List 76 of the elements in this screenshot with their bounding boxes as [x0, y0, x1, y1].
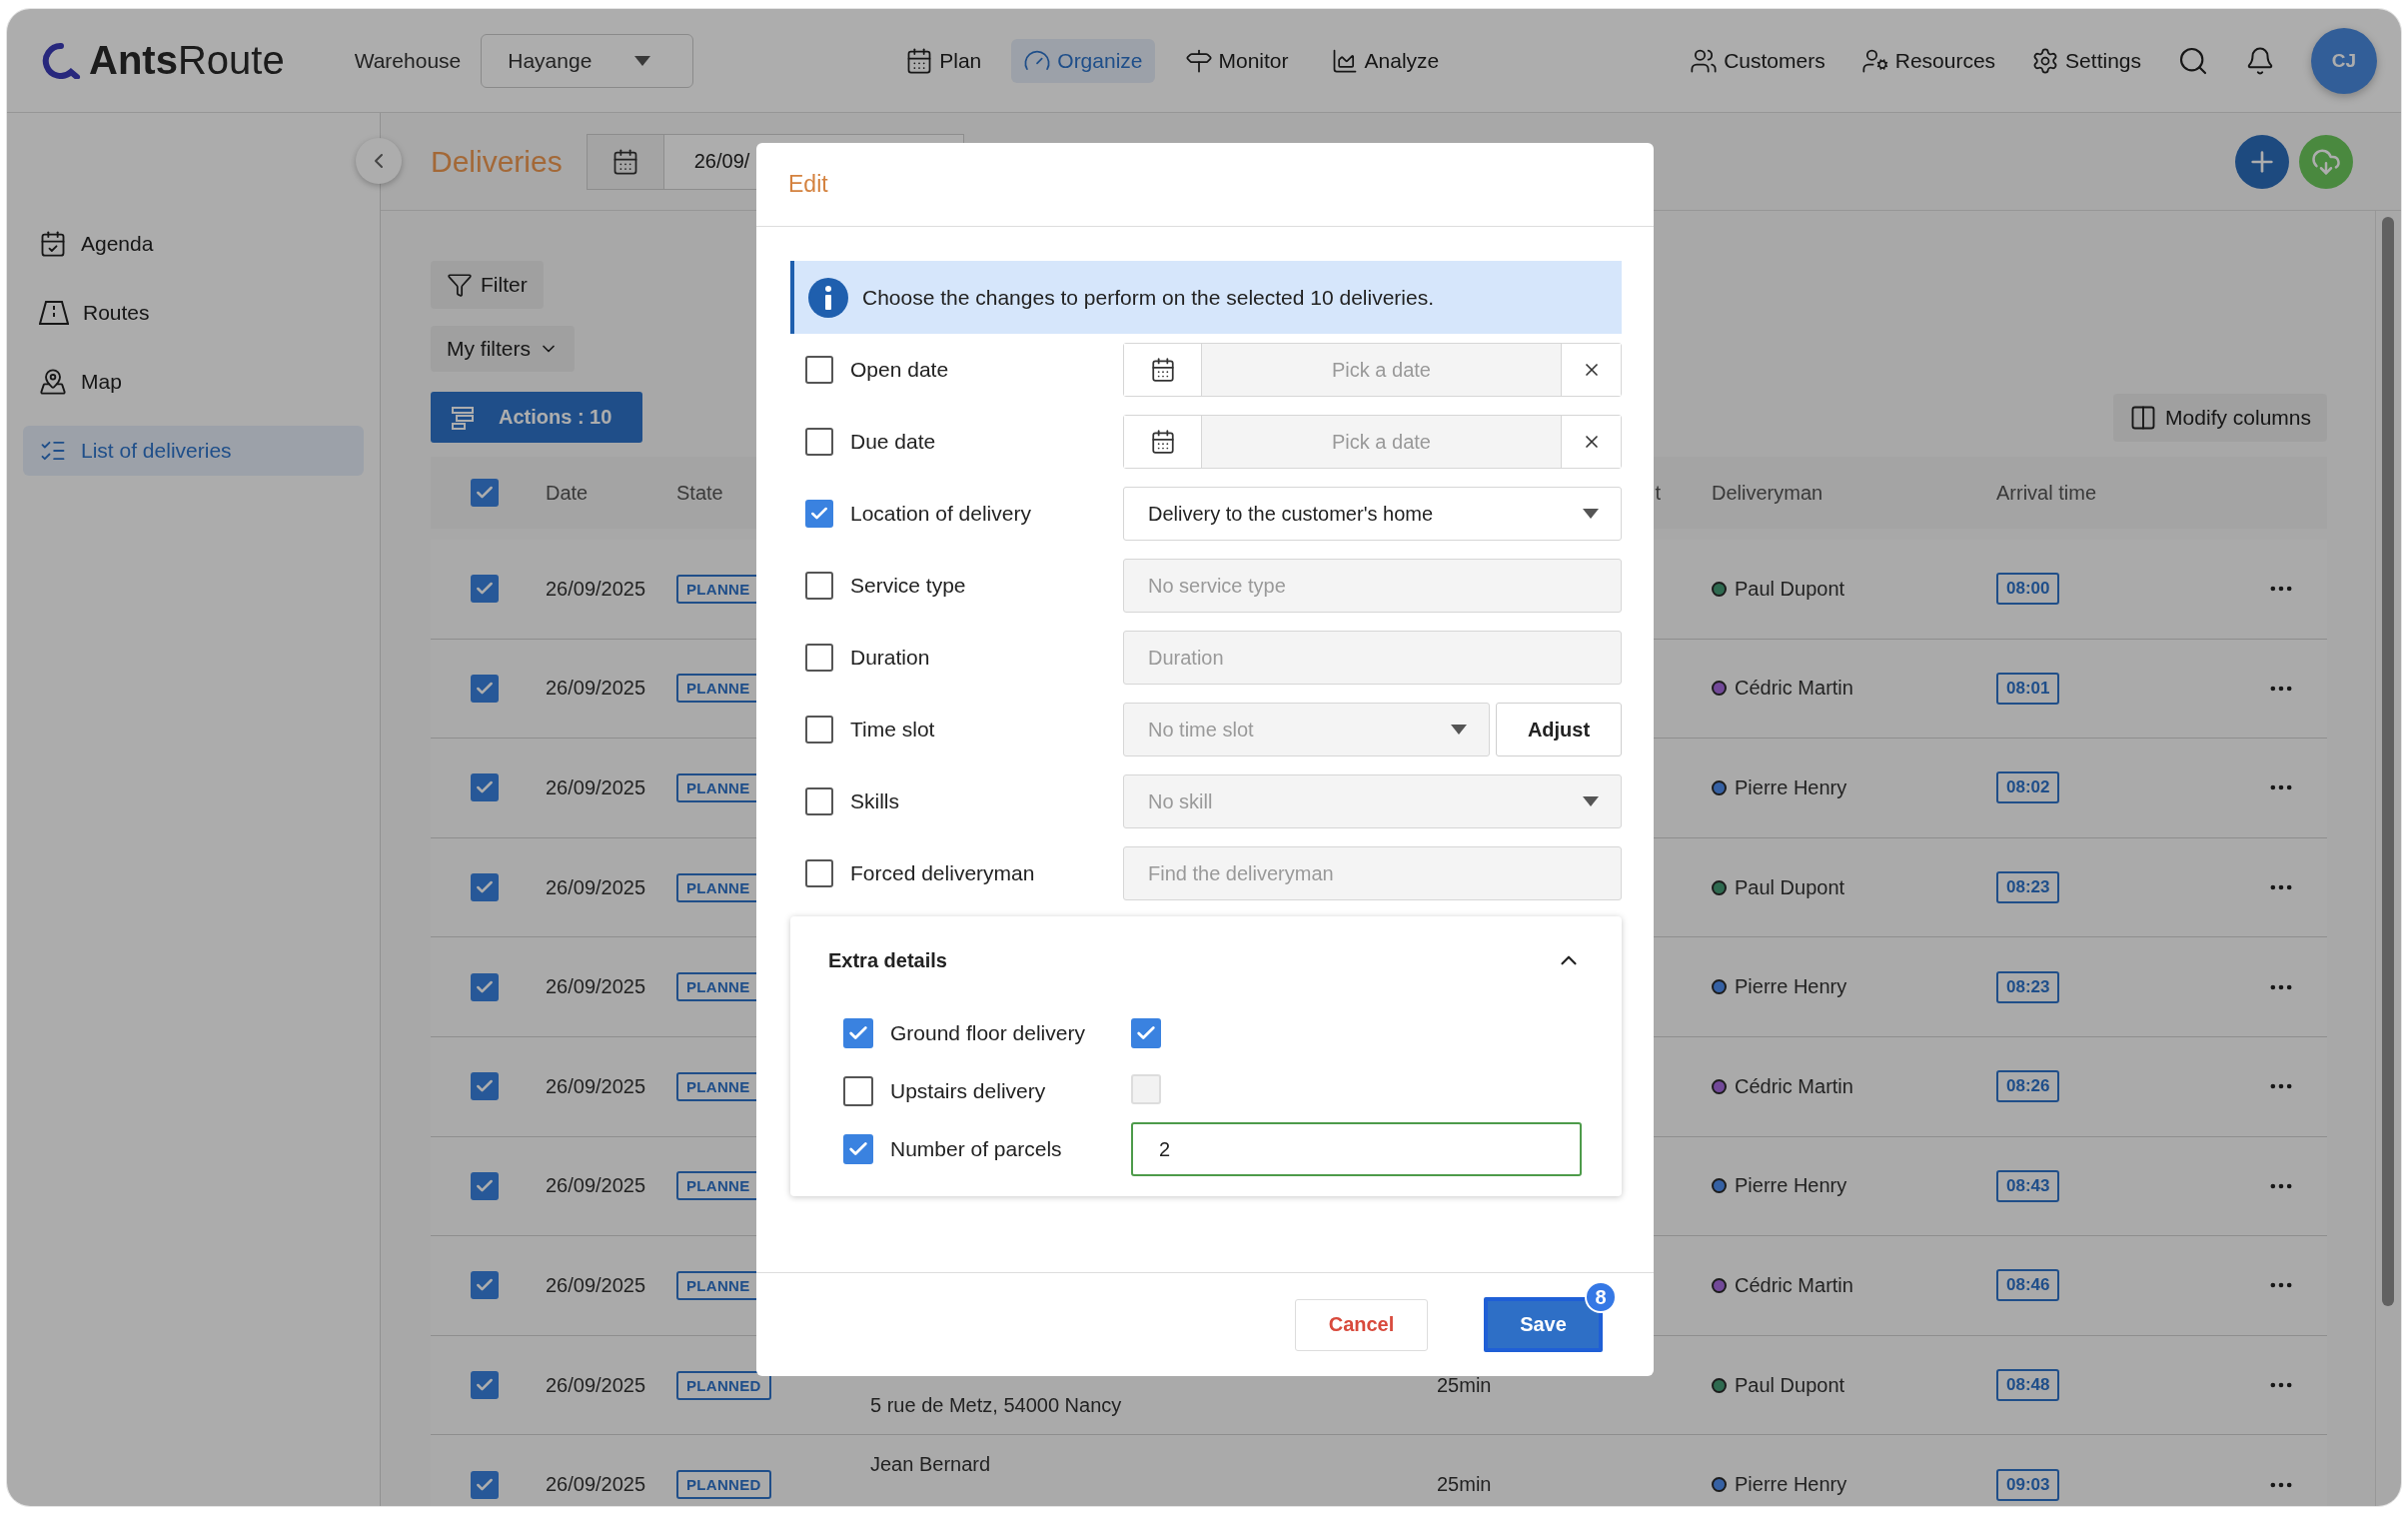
field-label: Duration	[850, 646, 930, 670]
deliveryman-name: Paul Dupont	[1735, 577, 1845, 601]
sidebar-item[interactable]: Routes	[23, 288, 364, 338]
nav-tab[interactable]: Plan	[893, 38, 994, 83]
page-title: Deliveries	[431, 144, 563, 179]
field-label: Time slot	[850, 718, 935, 742]
field-label: Service type	[850, 574, 966, 598]
count-badge: 8	[1585, 1281, 1617, 1313]
table-cell-text: 26/09/2025	[546, 776, 647, 799]
dialog-title: Edit	[788, 171, 828, 198]
deliveryman-name: Paul Dupont	[1735, 875, 1845, 899]
modify-columns-button[interactable]: Modify columns	[2113, 393, 2327, 442]
deliveryman-name: Pierre Henry	[1735, 1174, 1847, 1198]
customer-name: Jean Bernard	[870, 1453, 992, 1477]
logo-text: AntsRoute	[89, 38, 285, 83]
column-header: State	[676, 481, 724, 505]
field-label: Forced deliveryman	[850, 861, 1035, 885]
my-filters-dropdown[interactable]: My filters	[431, 326, 575, 372]
field-label: Open date	[850, 358, 949, 382]
filter-button[interactable]: Filter	[431, 261, 544, 309]
section-title: Extra details	[828, 948, 947, 972]
number-input[interactable]: 2	[1131, 1122, 1582, 1176]
column-header: Deliveryman	[1712, 481, 1824, 505]
field-label: Upstairs delivery	[890, 1079, 1046, 1103]
duration-text: 25min	[1437, 1473, 1493, 1497]
info-text: Choose the changes to perform on the selected 10 deliveries.	[862, 285, 1434, 310]
arrival-time: 08:01	[1996, 672, 2060, 705]
arrival-time: 09:03	[1996, 1468, 2060, 1501]
table-cell-text: 26/09/2025	[546, 1373, 647, 1397]
table-cell-text: 26/09/2025	[546, 875, 647, 899]
deliveryman-name: Pierre Henry	[1735, 776, 1847, 799]
duration-text: 25min	[1437, 1373, 1493, 1397]
table-cell-text: 26/09/2025	[546, 1473, 647, 1497]
field-label: Skills	[850, 789, 899, 813]
deliveryman-name: Cédric Martin	[1735, 1074, 1853, 1098]
arrival-time: 08:43	[1996, 1169, 2060, 1202]
deliveryman-name: Cédric Martin	[1735, 677, 1853, 701]
sidebar-item[interactable]: Map	[23, 357, 364, 407]
field-label: Number of parcels	[890, 1137, 1062, 1161]
column-header: t	[1655, 481, 1662, 505]
column-header: Date	[546, 481, 590, 505]
arrival-time: 08:00	[1996, 573, 2060, 606]
actions-button[interactable]: Actions : 10	[431, 392, 642, 443]
arrival-time: 08:48	[1996, 1369, 2060, 1402]
adjust-button[interactable]: Adjust	[1496, 703, 1622, 757]
nav-tab[interactable]: Monitor	[1172, 38, 1301, 83]
arrival-time: 08:26	[1996, 1070, 2060, 1103]
warehouse-label: Warehouse	[354, 48, 462, 73]
nav-link[interactable]: Customers	[1690, 46, 1825, 75]
nav-link[interactable]: Settings	[2031, 46, 2141, 75]
field-label: Ground floor delivery	[890, 1021, 1085, 1045]
nav-tab[interactable]: Analyze	[1318, 38, 1452, 83]
column-header: Arrival time	[1996, 481, 2097, 505]
field-label: Due date	[850, 430, 936, 454]
deliveryman-name: Paul Dupont	[1735, 1373, 1845, 1397]
table-cell-text: 26/09/2025	[546, 975, 647, 999]
cancel-button[interactable]: Cancel	[1295, 1298, 1428, 1351]
sidebar-item[interactable]: Agenda	[23, 219, 364, 269]
deliveryman-name: Cédric Martin	[1735, 1273, 1853, 1297]
table-cell-text: 26/09/2025	[546, 1174, 647, 1198]
table-cell-text: 26/09/2025	[546, 1273, 647, 1297]
select-field[interactable]: Delivery to the customer's home	[1123, 487, 1622, 541]
arrival-time: 08:23	[1996, 871, 2060, 904]
table-cell-text: 26/09/2025	[546, 577, 647, 601]
deliveryman-name: Pierre Henry	[1735, 975, 1847, 999]
field-label: Location of delivery	[850, 502, 1031, 526]
arrival-time: 08:46	[1996, 1269, 2060, 1302]
table-cell-text: 26/09/2025	[546, 677, 647, 701]
deliveryman-name: Pierre Henry	[1735, 1473, 1847, 1497]
nav-link[interactable]: Resources	[1860, 46, 1996, 75]
address-text: 5 rue de Metz, 54000 Nancy	[870, 1393, 1123, 1417]
warehouse-select[interactable]: Hayange	[481, 33, 694, 88]
arrival-time: 08:23	[1996, 970, 2060, 1003]
arrival-time: 08:02	[1996, 771, 2060, 804]
state-badge: PLANNED	[676, 1470, 771, 1500]
table-cell-text: 26/09/2025	[546, 1074, 647, 1098]
